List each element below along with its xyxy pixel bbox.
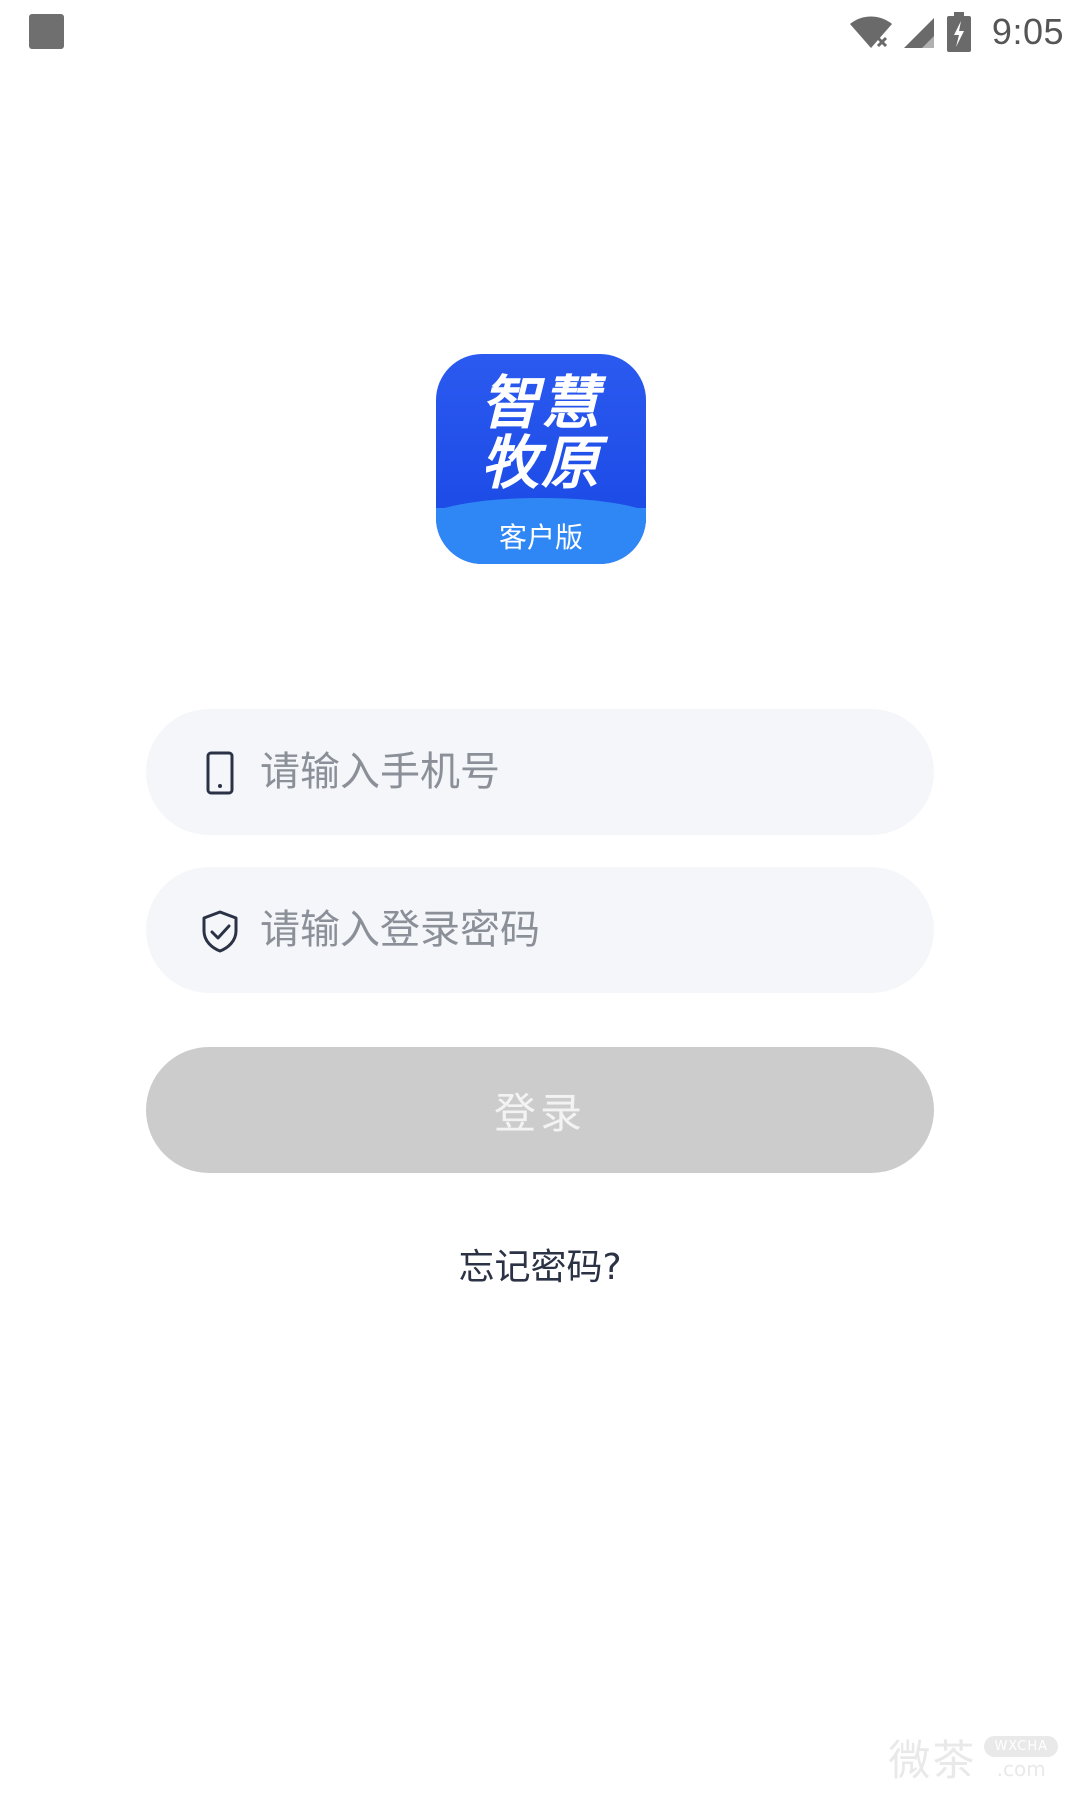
status-icons: 9:05 [848,10,1064,54]
password-input[interactable] [260,867,880,993]
app-logo: 智慧 牧原 客户版 [436,354,646,564]
phone-icon [206,751,234,795]
cell-signal-icon [903,18,934,48]
watermark: 微茶 WXCHA .com [888,1727,1058,1788]
watermark-badge: WXCHA .com [984,1736,1058,1779]
status-bar: 9:05 [0,0,1080,64]
logo-title-line1: 智慧 [480,369,601,437]
logo-band: 客户版 [436,498,646,564]
watermark-text: 微茶 [888,1736,977,1785]
logo-subtitle: 客户版 [498,521,583,554]
password-field[interactable] [146,867,934,993]
battery-charging-icon [946,12,971,52]
watermark-suffix: .com [996,1757,1046,1781]
login-button[interactable]: 登录 [146,1047,934,1173]
forgot-password-link[interactable]: 忘记密码? [0,1238,1080,1290]
watermark-pill: WXCHA [984,1736,1058,1757]
notification-icon [29,14,64,49]
phone-input[interactable] [260,709,880,835]
phone-field[interactable] [146,709,934,835]
logo-title-line2: 牧原 [480,429,601,497]
shield-check-icon [202,910,238,953]
wifi-off-icon [849,16,892,48]
status-time: 9:05 [991,11,1064,52]
